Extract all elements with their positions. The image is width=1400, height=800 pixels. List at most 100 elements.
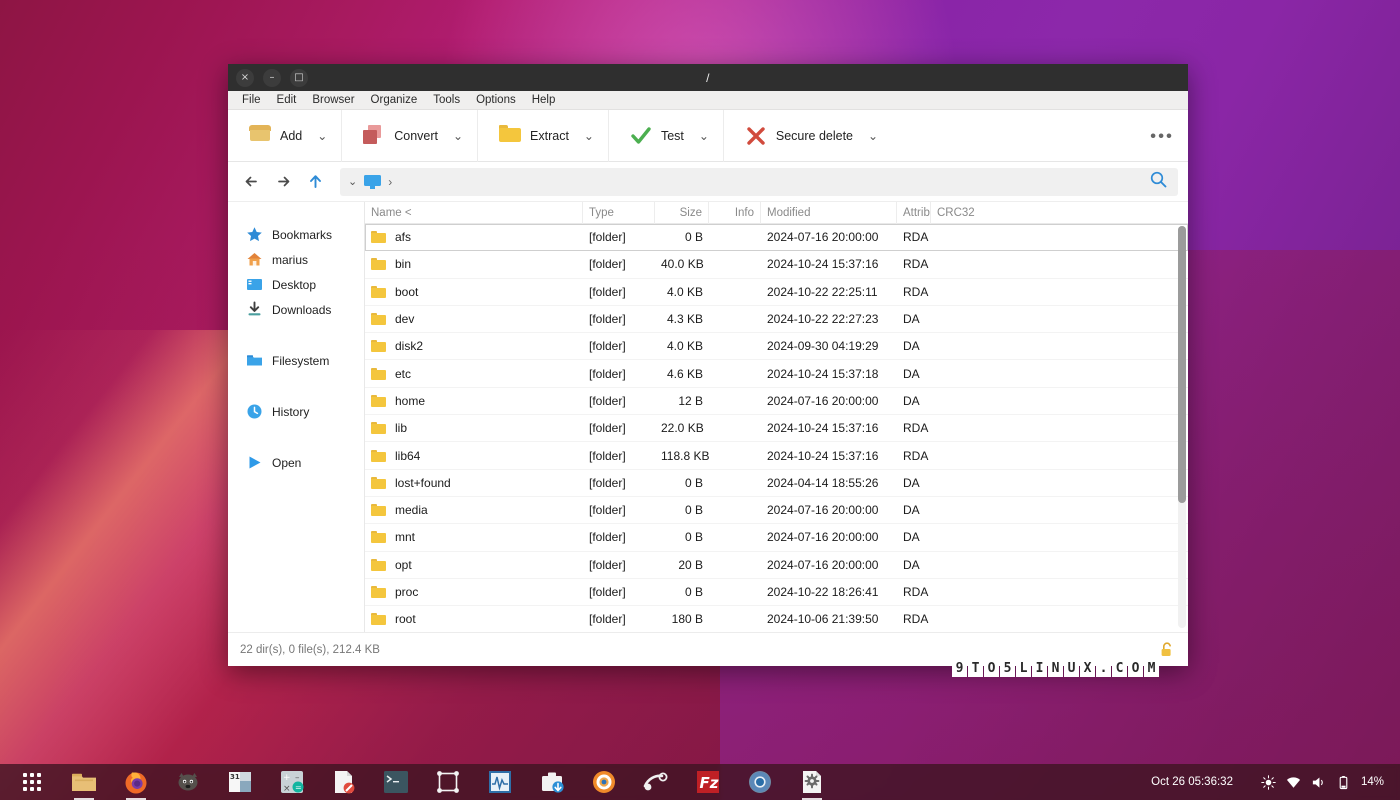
add-dropdown-caret[interactable]: ⌄	[309, 129, 335, 143]
wifi-icon[interactable]	[1286, 775, 1301, 790]
menu-options[interactable]: Options	[470, 93, 522, 107]
forward-button[interactable]	[268, 168, 298, 196]
arrow-right-icon	[274, 172, 293, 191]
watermark-char: M	[1144, 660, 1159, 677]
extract-button[interactable]: Extract	[492, 120, 576, 152]
secure-delete-button[interactable]: Secure delete	[738, 120, 860, 152]
taskbar-system-monitor[interactable]	[474, 764, 526, 800]
table-row[interactable]: afs[folder]0 B2024-07-16 20:00:00RDA	[365, 224, 1188, 251]
menu-file[interactable]: File	[236, 93, 267, 107]
unlocked-padlock-icon[interactable]	[1158, 641, 1176, 659]
table-row[interactable]: etc[folder]4.6 KB2024-10-24 15:37:18DA	[365, 360, 1188, 387]
add-button[interactable]: Add	[242, 120, 309, 152]
brightness-icon[interactable]	[1261, 775, 1276, 790]
cell-name: mnt	[365, 530, 583, 544]
menu-organize[interactable]: Organize	[365, 93, 424, 107]
column-header-attributes[interactable]: Attribu	[897, 202, 931, 224]
sidebar-item-open[interactable]: Open	[228, 450, 364, 475]
taskbar-kde-app[interactable]	[578, 764, 630, 800]
test-button[interactable]: Test	[623, 120, 691, 152]
column-header-modified[interactable]: Modified	[761, 202, 897, 224]
column-header-info[interactable]: Info	[709, 202, 761, 224]
table-row[interactable]: mnt[folder]0 B2024-07-16 20:00:00DA	[365, 524, 1188, 551]
column-header-type[interactable]: Type	[583, 202, 655, 224]
clock[interactable]: Oct 26 05:36:32	[1151, 776, 1233, 788]
sidebar-item-label: Desktop	[272, 278, 316, 292]
terminal-icon	[384, 771, 408, 793]
toolbar-overflow-button[interactable]: •••	[1150, 127, 1174, 144]
taskbar-screenshot-tool[interactable]	[422, 764, 474, 800]
menu-tools[interactable]: Tools	[427, 93, 466, 107]
table-row[interactable]: proc[folder]0 B2024-10-22 18:26:41RDA	[365, 579, 1188, 606]
search-button[interactable]	[1149, 170, 1170, 194]
convert-button[interactable]: Convert	[356, 120, 445, 152]
extract-dropdown-caret[interactable]: ⌄	[576, 129, 602, 143]
secure-delete-dropdown-caret[interactable]: ⌄	[860, 129, 886, 143]
gear-document-icon	[800, 770, 824, 794]
table-row[interactable]: disk2[folder]4.0 KB2024-09-30 04:19:29DA	[365, 333, 1188, 360]
table-row[interactable]: lost+found[folder]0 B2024-04-14 18:55:26…	[365, 470, 1188, 497]
menu-browser[interactable]: Browser	[306, 93, 360, 107]
taskbar-peazip-settings[interactable]	[786, 764, 838, 800]
up-button[interactable]	[300, 168, 330, 196]
column-header-size[interactable]: Size	[655, 202, 709, 224]
taskbar-wolf-app[interactable]	[162, 764, 214, 800]
sidebar-item-downloads[interactable]: Downloads	[228, 297, 364, 322]
taskbar-chromium[interactable]	[734, 764, 786, 800]
table-row[interactable]: boot[folder]4.0 KB2024-10-22 22:25:11RDA	[365, 279, 1188, 306]
column-header-name[interactable]: Name <	[365, 202, 583, 224]
cell-name: lib	[365, 421, 583, 435]
table-row[interactable]: home[folder]12 B2024-07-16 20:00:00DA	[365, 388, 1188, 415]
sidebar: Bookmarks marius Desktop	[228, 202, 365, 632]
menu-edit[interactable]: Edit	[271, 93, 303, 107]
cell-attributes: RDA	[897, 449, 931, 463]
main-toolbar: Add ⌄ Convert ⌄ Extract	[228, 110, 1188, 162]
computer-monitor-icon[interactable]	[364, 175, 381, 189]
scrollbar-thumb[interactable]	[1178, 226, 1186, 503]
taskbar-software-updater[interactable]	[526, 764, 578, 800]
convert-dropdown-caret[interactable]: ⌄	[445, 129, 471, 143]
taskbar-calculator[interactable]: +–×=	[266, 764, 318, 800]
taskbar-steam[interactable]	[630, 764, 682, 800]
taskbar-app-grid-launcher[interactable]	[6, 764, 58, 800]
table-row[interactable]: lib64[folder]118.8 KB2024-10-24 15:37:16…	[365, 442, 1188, 469]
menu-help[interactable]: Help	[526, 93, 562, 107]
sidebar-item-history[interactable]: History	[228, 399, 364, 424]
taskbar-terminal[interactable]	[370, 764, 422, 800]
battery-icon[interactable]	[1336, 775, 1351, 790]
add-box-icon	[249, 125, 271, 147]
speaker-icon[interactable]	[1311, 775, 1326, 790]
table-row[interactable]: lib[folder]22.0 KB2024-10-24 15:37:16RDA	[365, 415, 1188, 442]
cell-name: opt	[365, 558, 583, 572]
table-row[interactable]: media[folder]0 B2024-07-16 20:00:00DA	[365, 497, 1188, 524]
path-breadcrumb-bar[interactable]: ⌄ ›	[340, 168, 1178, 196]
table-row[interactable]: root[folder]180 B2024-10-06 21:39:50RDA	[365, 606, 1188, 632]
taskbar-filezilla[interactable]: Fz	[682, 764, 734, 800]
sidebar-item-desktop[interactable]: Desktop	[228, 272, 364, 297]
cell-type: [folder]	[583, 312, 655, 326]
folder-icon	[371, 286, 386, 298]
back-button[interactable]	[236, 168, 266, 196]
cell-name: dev	[365, 312, 583, 326]
sidebar-item-marius[interactable]: marius	[228, 247, 364, 272]
vertical-scrollbar[interactable]	[1178, 226, 1186, 628]
column-header-crc32[interactable]: CRC32	[931, 202, 1188, 224]
taskbar-calendar[interactable]: 31	[214, 764, 266, 800]
cell-size: 12 B	[655, 394, 709, 408]
cell-size: 0 B	[655, 230, 709, 244]
cell-modified: 2024-10-22 22:27:23	[761, 312, 897, 326]
table-row[interactable]: bin[folder]40.0 KB2024-10-24 15:37:16RDA	[365, 251, 1188, 278]
table-row[interactable]: dev[folder]4.3 KB2024-10-22 22:27:23DA	[365, 306, 1188, 333]
breadcrumb-history-caret[interactable]: ⌄	[348, 175, 357, 188]
app-grid-icon	[23, 773, 41, 791]
taskbar-firefox[interactable]	[110, 764, 162, 800]
folder-icon	[371, 586, 386, 598]
sidebar-item-bookmarks[interactable]: Bookmarks	[228, 222, 364, 247]
folder-icon	[371, 368, 386, 380]
taskbar-document-blocked[interactable]	[318, 764, 370, 800]
window-body: Bookmarks marius Desktop	[228, 202, 1188, 632]
sidebar-item-filesystem[interactable]: Filesystem	[228, 348, 364, 373]
table-row[interactable]: opt[folder]20 B2024-07-16 20:00:00DA	[365, 552, 1188, 579]
test-dropdown-caret[interactable]: ⌄	[691, 129, 717, 143]
taskbar-file-manager[interactable]	[58, 764, 110, 800]
